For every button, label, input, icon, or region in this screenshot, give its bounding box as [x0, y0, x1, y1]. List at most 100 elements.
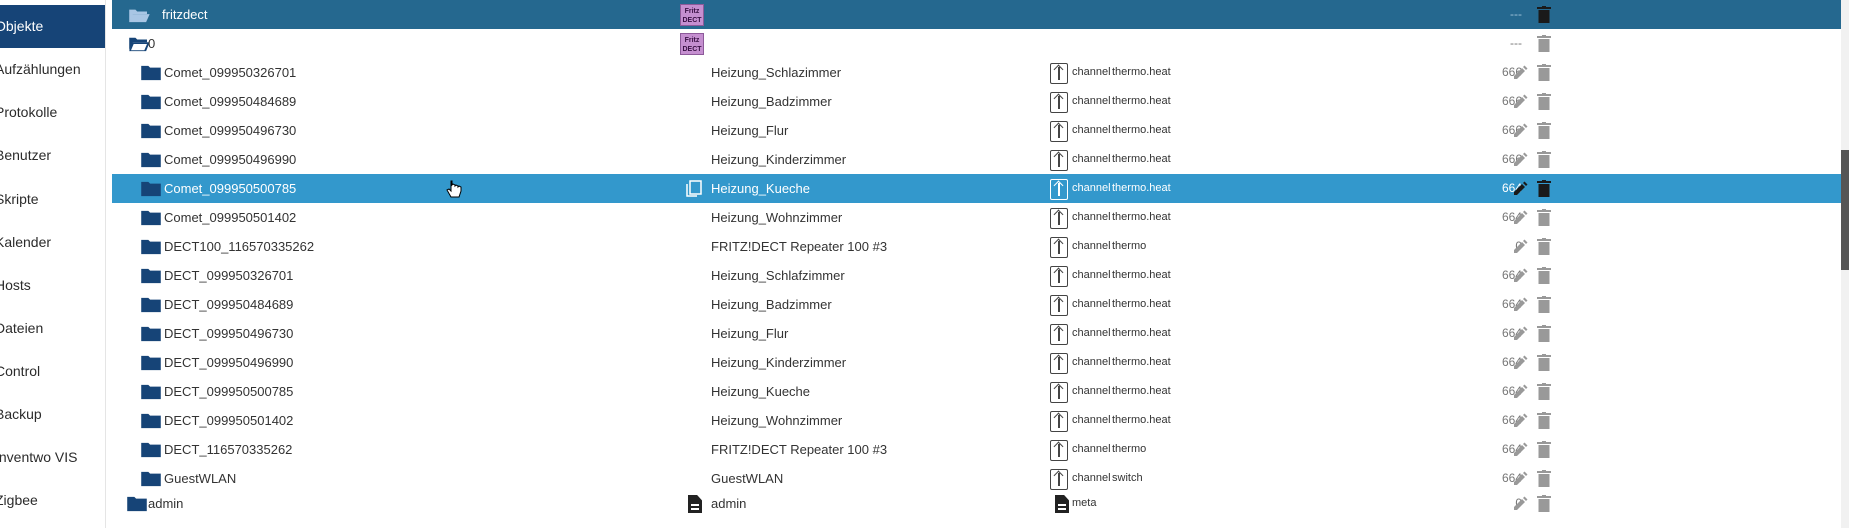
folder-icon[interactable] [140, 442, 162, 458]
sidebar: Objekte Aufzählungen Protokolle Benutzer Skr… [0, 0, 106, 528]
folder-icon[interactable] [140, 268, 162, 284]
folder-icon[interactable] [140, 152, 162, 168]
sidebar-item-backup[interactable]: Backup [0, 393, 105, 436]
edit-icon[interactable] [1512, 210, 1528, 226]
tree-row[interactable]: DECT_099950501402 Heizung_Wohnzimmer chann… [112, 406, 1847, 435]
folder-icon[interactable] [140, 181, 162, 197]
sidebar-item-hosts[interactable]: Hosts [0, 264, 105, 307]
edit-icon[interactable] [1512, 152, 1528, 168]
folder-icon[interactable] [140, 326, 162, 342]
channel-icon [1050, 382, 1068, 403]
tree-row[interactable]: DECT_099950500785 Heizung_Kueche channel th… [112, 377, 1847, 406]
folder-icon[interactable] [140, 65, 162, 81]
folder-open-icon[interactable] [128, 7, 150, 23]
edit-icon[interactable] [1512, 181, 1528, 197]
edit-icon[interactable] [1512, 94, 1528, 110]
acl-value: --- [1510, 36, 1522, 50]
tree-row[interactable]: Comet_099950496730 Heizung_Flur channel the… [112, 116, 1847, 145]
edit-icon[interactable] [1512, 123, 1528, 139]
delete-icon[interactable] [1537, 122, 1551, 139]
tree-row[interactable]: DECT_099950496730 Heizung_Flur channel ther… [112, 319, 1847, 348]
tree-row[interactable]: Comet_099950500785 Heizung_Kueche channel t… [112, 174, 1847, 203]
delete-icon[interactable] [1537, 470, 1551, 487]
tree-row-folder-0[interactable]: 0 Fritz DECT --- [112, 29, 1847, 58]
copy-icon[interactable] [685, 180, 703, 198]
sidebar-item-benutzer[interactable]: Benutzer [0, 134, 105, 177]
tree-row[interactable]: DECT_099950326701 Heizung_Schlafzimmer cha… [112, 261, 1847, 290]
sidebar-item-dateien[interactable]: Dateien [0, 307, 105, 350]
edit-icon[interactable] [1512, 239, 1528, 255]
sidebar-item-zigbee[interactable]: Zigbee [0, 479, 105, 522]
delete-icon[interactable] [1537, 151, 1551, 168]
folder-icon[interactable] [140, 413, 162, 429]
fritzdect-adapter-icon: Fritz DECT [680, 4, 704, 26]
delete-icon[interactable] [1537, 354, 1551, 371]
tree-row[interactable]: Comet_099950484689 Heizung_Badzimmer chann… [112, 87, 1847, 116]
sidebar-item-kalender[interactable]: Kalender [0, 221, 105, 264]
folder-icon[interactable] [140, 239, 162, 255]
folder-icon[interactable] [126, 496, 148, 512]
fritzdect-adapter-icon: Fritz DECT [680, 33, 704, 55]
delete-icon[interactable] [1537, 180, 1551, 197]
scrollbar[interactable] [1841, 0, 1849, 528]
delete-icon[interactable] [1537, 412, 1551, 429]
edit-icon[interactable] [1512, 65, 1528, 81]
tree-row-admin[interactable]: admin admin meta 0 [112, 489, 1847, 518]
delete-icon[interactable] [1537, 325, 1551, 342]
tree-row-id: DECT_116570335262 [164, 442, 293, 457]
sidebar-item-control[interactable]: Control [0, 350, 105, 393]
edit-icon[interactable] [1512, 268, 1528, 284]
tree-row-partial[interactable] [112, 518, 1847, 528]
tree-row-fritzdect[interactable]: fritzdect Fritz DECT --- [112, 0, 1847, 29]
edit-icon[interactable] [1512, 326, 1528, 342]
delete-icon[interactable] [1537, 35, 1551, 52]
edit-icon[interactable] [1512, 384, 1528, 400]
tree-row[interactable]: DECT_099950484689 Heizung_Badzimmer channe… [112, 290, 1847, 319]
tree-row[interactable]: Comet_099950501402 Heizung_Wohnzimmer chan… [112, 203, 1847, 232]
folder-icon[interactable] [140, 94, 162, 110]
sidebar-item-protokolle[interactable]: Protokolle [0, 91, 105, 134]
folder-icon[interactable] [140, 123, 162, 139]
folder-icon[interactable] [140, 384, 162, 400]
delete-icon[interactable] [1537, 296, 1551, 313]
tree-row-id: Comet_099950496990 [164, 152, 297, 167]
tree-row-role: thermo.heat [1112, 153, 1171, 165]
edit-icon[interactable] [1512, 297, 1528, 313]
sidebar-item-aufzählungen[interactable]: Aufzählungen [0, 48, 105, 91]
tree-row-name: Heizung_Flur [711, 326, 789, 341]
sidebar-item-skripte[interactable]: Skripte [0, 178, 105, 221]
sidebar-item-label: Kalender [0, 234, 52, 250]
tree-row-id: DECT100_116570335262 [164, 239, 315, 254]
delete-icon[interactable] [1537, 93, 1551, 110]
delete-icon[interactable] [1537, 267, 1551, 284]
delete-icon[interactable] [1537, 209, 1551, 226]
tree-row-id: Comet_099950326701 [164, 65, 297, 80]
channel-icon [1050, 63, 1068, 84]
delete-icon[interactable] [1537, 64, 1551, 81]
folder-icon[interactable] [140, 355, 162, 371]
folder-icon[interactable] [140, 471, 162, 487]
delete-icon[interactable] [1537, 238, 1551, 255]
tree-row[interactable]: DECT100_116570335262 FRITZ!DECT Repeater … [112, 232, 1847, 261]
tree-row[interactable]: DECT_099950496990 Heizung_Kinderzimmer cha… [112, 348, 1847, 377]
edit-icon[interactable] [1512, 496, 1528, 512]
tree-row[interactable]: Comet_099950326701 Heizung_Schlazimmer cha… [112, 58, 1847, 87]
folder-open-icon[interactable] [128, 36, 150, 52]
delete-icon[interactable] [1537, 495, 1551, 512]
tree-row-role: switch [1112, 472, 1143, 484]
edit-icon[interactable] [1512, 471, 1528, 487]
sidebar-item-inventwo-vis[interactable]: Inventwo VIS [0, 436, 105, 479]
delete-icon[interactable] [1537, 6, 1551, 23]
edit-icon[interactable] [1512, 442, 1528, 458]
tree-row[interactable]: Comet_099950496990 Heizung_Kinderzimmer ch… [112, 145, 1847, 174]
delete-icon[interactable] [1537, 383, 1551, 400]
folder-icon[interactable] [140, 210, 162, 226]
edit-icon[interactable] [1512, 413, 1528, 429]
delete-icon[interactable] [1537, 441, 1551, 458]
edit-icon[interactable] [1512, 355, 1528, 371]
sidebar-item-objekte[interactable]: Objekte [0, 5, 105, 48]
scrollbar-thumb[interactable] [1841, 150, 1849, 270]
folder-icon[interactable] [140, 297, 162, 313]
tree-row[interactable]: DECT_116570335262 FRITZ!DECT Repeater 100… [112, 435, 1847, 464]
tree-row[interactable]: GuestWLAN GuestWLAN channel switch 664 [112, 464, 1847, 493]
